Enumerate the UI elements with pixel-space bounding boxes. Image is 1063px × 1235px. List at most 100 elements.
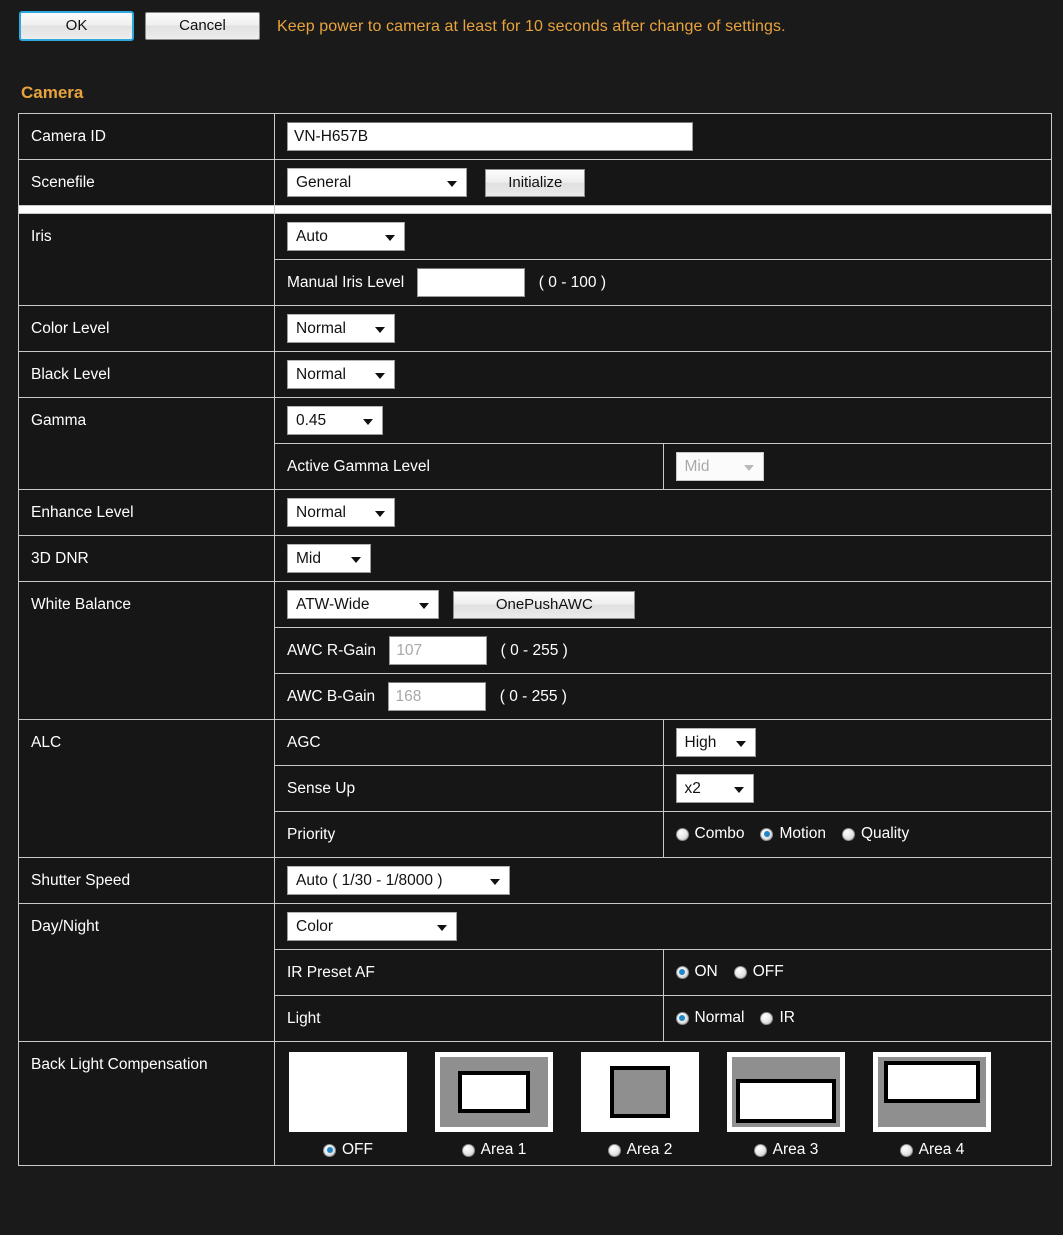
agc-select[interactable]: High (675, 728, 756, 757)
blc-option-list: OFF Area 1 Area 2 Area 3 Area 4 (275, 1042, 1051, 1165)
ir-preset-option-on[interactable]: ON (675, 963, 718, 981)
initialize-button[interactable]: Initialize (485, 168, 586, 197)
day-night-select[interactable]: Color (287, 912, 457, 941)
enhance-level-select[interactable]: Normal (287, 498, 395, 527)
blc-option-caption[interactable]: Area 3 (753, 1141, 818, 1159)
blc-option-off[interactable]: OFF (289, 1052, 407, 1159)
cell-sense-up: x2 (662, 765, 1052, 812)
blc-option-area-3[interactable]: Area 3 (727, 1052, 845, 1159)
onepushawc-button[interactable]: OnePushAWC (453, 590, 636, 619)
cell-color-level: Normal (274, 305, 1052, 352)
blc-option-area-4[interactable]: Area 4 (873, 1052, 991, 1159)
radio-label: Area 1 (480, 1141, 527, 1158)
label-shutter-speed: Shutter Speed (18, 857, 275, 904)
radio-icon[interactable] (675, 965, 689, 979)
awc-b-gain-input[interactable]: 168 (388, 682, 487, 711)
camera-id-input[interactable]: VN-H657B (287, 122, 693, 151)
priority-radio-group[interactable]: Combo Motion Quality (675, 825, 909, 843)
cell-ir-preset-af: ON OFF (662, 949, 1052, 996)
blc-thumbnail[interactable] (727, 1052, 845, 1132)
camera-settings-table: Camera ID VN-H657B Scenefile General Ini… (18, 113, 1052, 1167)
ok-button[interactable]: OK (19, 11, 134, 41)
light-option-normal[interactable]: Normal (675, 1009, 744, 1027)
blc-thumbnail-graphic (732, 1057, 840, 1127)
blc-option-caption[interactable]: Area 4 (899, 1141, 964, 1159)
table-row-separator (18, 205, 1052, 214)
blc-option-caption[interactable]: OFF (323, 1141, 373, 1159)
radio-label: IR (779, 1009, 795, 1027)
cell-enhance-level: Normal (274, 489, 1052, 536)
blc-option-area-1[interactable]: Area 1 (435, 1052, 553, 1159)
cell-agc: High (662, 719, 1052, 766)
label-light: Light (274, 995, 664, 1042)
table-row-day-night: Day/Night Color (18, 903, 1052, 1042)
blc-region (458, 1071, 530, 1113)
label-gamma: Gamma (18, 397, 275, 490)
priority-option-motion[interactable]: Motion (760, 825, 826, 843)
radio-icon[interactable] (675, 827, 689, 841)
3d-dnr-select[interactable]: Mid (287, 544, 371, 573)
priority-option-quality[interactable]: Quality (842, 825, 909, 843)
light-option-ir[interactable]: IR (760, 1009, 795, 1027)
label-agc: AGC (274, 719, 664, 766)
table-row-scenefile: Scenefile General Initialize (18, 159, 1052, 206)
black-level-select[interactable]: Normal (287, 360, 395, 389)
white-balance-select[interactable]: ATW-Wide (287, 590, 439, 619)
awc-r-gain-input[interactable]: 107 (389, 636, 488, 665)
radio-icon[interactable] (733, 965, 747, 979)
iris-select[interactable]: Auto (287, 222, 405, 251)
blc-region (294, 1057, 402, 1127)
blc-thumbnail[interactable] (581, 1052, 699, 1132)
cell-shutter-speed: Auto ( 1/30 - 1/8000 ) (274, 857, 1052, 904)
gamma-select[interactable]: 0.45 (287, 406, 383, 435)
label-active-gamma-level: Active Gamma Level (274, 443, 664, 490)
label-ir-preset-af: IR Preset AF (274, 949, 664, 996)
blc-option-caption[interactable]: Area 1 (461, 1141, 527, 1159)
radio-icon[interactable] (760, 1011, 774, 1025)
table-row-gamma: Gamma 0.45 (18, 397, 1052, 490)
radio-icon[interactable] (899, 1143, 913, 1157)
radio-icon[interactable] (842, 827, 855, 841)
radio-icon[interactable] (675, 1011, 689, 1025)
blc-thumbnail-graphic (440, 1057, 548, 1127)
cell-priority: Combo Motion Quality (662, 811, 1052, 858)
label-white-balance: White Balance (18, 581, 275, 720)
color-level-select[interactable]: Normal (287, 314, 395, 343)
priority-option-combo[interactable]: Combo (675, 825, 744, 843)
radio-icon[interactable] (607, 1143, 621, 1157)
label-3d-dnr: 3D DNR (18, 535, 275, 582)
label-sense-up: Sense Up (274, 765, 664, 812)
awc-b-gain-range: ( 0 - 255 ) (499, 687, 567, 705)
radio-label: OFF (752, 963, 784, 981)
ir-preset-af-radio-group[interactable]: ON OFF (675, 963, 784, 981)
cancel-button[interactable]: Cancel (145, 12, 260, 40)
shutter-speed-select[interactable]: Auto ( 1/30 - 1/8000 ) (287, 866, 510, 895)
blc-thumbnail[interactable] (435, 1052, 553, 1132)
cell-gamma: 0.45 (274, 397, 1052, 444)
radio-icon[interactable] (760, 827, 774, 841)
toolbar: OK Cancel Keep power to camera at least … (0, 0, 1063, 60)
page-title: Camera (21, 83, 84, 102)
manual-iris-level-input[interactable] (417, 268, 526, 297)
blc-option-caption[interactable]: Area 2 (607, 1141, 672, 1159)
cell-black-level: Normal (274, 351, 1052, 398)
ir-preset-option-off[interactable]: OFF (733, 963, 784, 981)
blc-thumbnail-graphic (586, 1057, 694, 1127)
blc-thumbnail[interactable] (873, 1052, 991, 1132)
light-radio-group[interactable]: Normal IR (675, 1009, 795, 1027)
active-gamma-level-select[interactable]: Mid (675, 452, 764, 481)
radio-icon[interactable] (461, 1143, 475, 1157)
blc-option-area-2[interactable]: Area 2 (581, 1052, 699, 1159)
table-row-camera-id: Camera ID VN-H657B (18, 113, 1052, 160)
label-awc-r-gain: AWC R-Gain (287, 641, 376, 659)
radio-icon[interactable] (323, 1143, 336, 1157)
sense-up-select[interactable]: x2 (675, 774, 754, 803)
label-iris: Iris (18, 213, 275, 306)
blc-thumbnail[interactable] (289, 1052, 407, 1132)
camera-settings-page: OK Cancel Keep power to camera at least … (0, 0, 1063, 1235)
power-notice-text: Keep power to camera at least for 10 sec… (277, 18, 786, 35)
scenefile-select[interactable]: General (287, 168, 467, 197)
cell-awc-r-gain: AWC R-Gain 107 ( 0 - 255 ) (274, 627, 1052, 674)
radio-icon[interactable] (753, 1143, 767, 1157)
separator-left (18, 205, 275, 214)
